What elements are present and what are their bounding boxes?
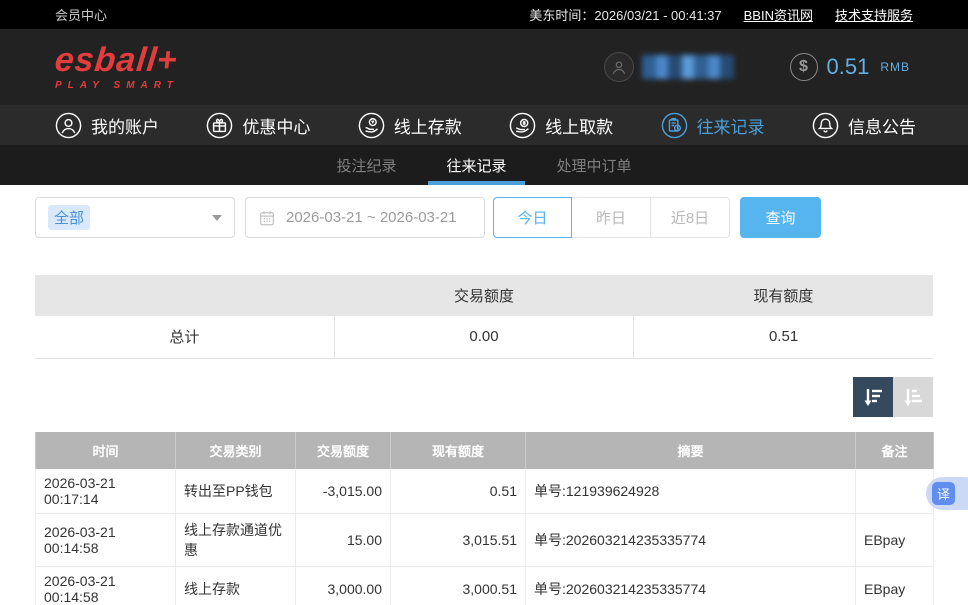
sub-nav: 投注纪录 往来记录 处理中订单 bbox=[0, 145, 968, 185]
user-account[interactable] bbox=[604, 52, 734, 82]
balance-currency: RMB bbox=[880, 60, 910, 74]
table-row: 2026-03-21 00:17:14 转出至PP钱包 -3,015.00 0.… bbox=[36, 469, 934, 514]
nav-label: 线上存款 bbox=[394, 113, 462, 138]
logo-plus: + bbox=[155, 41, 180, 79]
summary-total-label: 总计 bbox=[35, 316, 334, 358]
nav-item-promotions[interactable]: 优惠中心 bbox=[206, 112, 310, 139]
cell-balance: 3,000.51 bbox=[391, 566, 526, 605]
cell-summary: 单号:202603214235335774 bbox=[526, 513, 856, 566]
nav-item-deposit[interactable]: 线上存款 bbox=[358, 112, 462, 139]
withdraw-icon bbox=[509, 112, 536, 139]
table-row: 2026-03-21 00:14:58 线上存款通道优惠 15.00 3,015… bbox=[36, 513, 934, 566]
date-range-value: 2026-03-21 ~ 2026-03-21 bbox=[286, 209, 457, 226]
summary-header-transaction: 交易额度 bbox=[334, 275, 633, 316]
sort-desc-icon bbox=[861, 385, 885, 409]
summary-header-empty bbox=[35, 275, 334, 316]
col-amount: 交易额度 bbox=[296, 432, 391, 469]
cell-time: 2026-03-21 00:14:58 bbox=[36, 566, 176, 605]
col-type: 交易类别 bbox=[176, 432, 296, 469]
nav-label: 我的账户 bbox=[91, 113, 159, 138]
esball-logo[interactable]: esball+ PLAY SMART bbox=[55, 43, 179, 91]
logo-text: esball bbox=[53, 41, 159, 79]
cell-type: 线上存款 bbox=[176, 566, 296, 605]
cell-type: 转出至PP钱包 bbox=[176, 469, 296, 514]
cell-balance: 3,015.51 bbox=[391, 513, 526, 566]
sort-descending-button[interactable] bbox=[853, 377, 893, 417]
tab-pending-orders[interactable]: 处理中订单 bbox=[551, 145, 638, 185]
cell-remark: EBpay bbox=[856, 513, 934, 566]
nav-label: 优惠中心 bbox=[242, 113, 310, 138]
sort-asc-icon bbox=[901, 385, 925, 409]
summary-balance-total: 0.51 bbox=[634, 316, 933, 358]
balance-amount: 0.51 bbox=[827, 54, 870, 80]
translate-icon: 译 bbox=[932, 482, 955, 505]
nav-item-announcements[interactable]: 信息公告 bbox=[812, 112, 916, 139]
today-button[interactable]: 今日 bbox=[493, 197, 572, 238]
col-summary: 摘要 bbox=[526, 432, 856, 469]
col-remark: 备注 bbox=[856, 432, 934, 469]
transactions-table: 时间 交易类别 交易额度 现有额度 摘要 备注 2026-03-21 00:17… bbox=[35, 432, 934, 605]
balance-display[interactable]: $ 0.51 RMB bbox=[790, 53, 911, 81]
server-time: 美东时间：2026/03/21 - 00:41:37 bbox=[529, 5, 721, 24]
filter-row: 全部 2026-03-21 ~ 2026-03-21 今日 昨日 近8日 查询 bbox=[35, 197, 933, 238]
cell-amount: -3,015.00 bbox=[296, 469, 391, 514]
summary-transaction-total: 0.00 bbox=[334, 316, 633, 358]
category-select[interactable]: 全部 bbox=[35, 197, 235, 238]
cell-type: 线上存款通道优惠 bbox=[176, 513, 296, 566]
user-avatar-icon bbox=[610, 58, 628, 76]
nav-label: 信息公告 bbox=[848, 113, 916, 138]
user-icon bbox=[55, 112, 82, 139]
sort-controls bbox=[35, 377, 933, 417]
logo-tagline: PLAY SMART bbox=[55, 81, 179, 91]
top-bar: 会员中心 美东时间：2026/03/21 - 00:41:37 BBIN资讯网 … bbox=[0, 0, 968, 29]
search-button[interactable]: 查询 bbox=[740, 197, 821, 238]
sort-ascending-button[interactable] bbox=[893, 377, 933, 417]
cell-balance: 0.51 bbox=[391, 469, 526, 514]
member-center-link[interactable]: 会员中心 bbox=[55, 5, 107, 24]
cell-amount: 3,000.00 bbox=[296, 566, 391, 605]
nav-item-transaction-records[interactable]: 往来记录 bbox=[661, 112, 765, 139]
tech-support-link[interactable]: 技术支持服务 bbox=[835, 5, 913, 24]
calendar-icon bbox=[258, 209, 276, 227]
cell-time: 2026-03-21 00:14:58 bbox=[36, 513, 176, 566]
site-header: esball+ PLAY SMART $ 0.51 RMB bbox=[0, 29, 968, 105]
translate-button[interactable]: 译 bbox=[926, 477, 968, 510]
avatar bbox=[604, 52, 634, 82]
nav-item-withdraw[interactable]: 线上取款 bbox=[509, 112, 613, 139]
username-blurred bbox=[642, 55, 734, 79]
date-range-input[interactable]: 2026-03-21 ~ 2026-03-21 bbox=[245, 197, 485, 238]
content-area: 全部 2026-03-21 ~ 2026-03-21 今日 昨日 近8日 查询 … bbox=[0, 185, 968, 605]
cell-amount: 15.00 bbox=[296, 513, 391, 566]
main-nav: 我的账户 优惠中心 线上存款 线上取款 往来记录 信息公告 bbox=[0, 105, 968, 145]
nav-label: 往来记录 bbox=[697, 113, 765, 138]
quick-date-group: 今日 昨日 近8日 bbox=[493, 197, 730, 238]
summary-table: 交易额度 现有额度 总计 0.00 0.51 bbox=[35, 275, 933, 359]
records-icon bbox=[661, 112, 688, 139]
cell-time: 2026-03-21 00:17:14 bbox=[36, 469, 176, 514]
tab-betting-records[interactable]: 投注纪录 bbox=[330, 145, 402, 185]
col-balance: 现有额度 bbox=[391, 432, 526, 469]
bell-icon bbox=[812, 112, 839, 139]
bbin-news-link[interactable]: BBIN资讯网 bbox=[744, 5, 813, 24]
last-8-days-button[interactable]: 近8日 bbox=[651, 197, 730, 238]
summary-header-balance: 现有额度 bbox=[634, 275, 933, 316]
table-row: 2026-03-21 00:14:58 线上存款 3,000.00 3,000.… bbox=[36, 566, 934, 605]
cell-summary: 单号:121939624928 bbox=[526, 469, 856, 514]
cell-remark: EBpay bbox=[856, 566, 934, 605]
summary-total-row: 总计 0.00 0.51 bbox=[35, 316, 933, 358]
dollar-circle-icon: $ bbox=[790, 53, 818, 81]
caret-down-icon bbox=[212, 215, 222, 221]
gift-icon bbox=[206, 112, 233, 139]
tab-transaction-records[interactable]: 往来记录 bbox=[440, 145, 512, 185]
cell-remark bbox=[856, 469, 934, 514]
transactions-header-row: 时间 交易类别 交易额度 现有额度 摘要 备注 bbox=[36, 432, 934, 469]
cell-summary: 单号:202603214235335774 bbox=[526, 566, 856, 605]
nav-label: 线上取款 bbox=[545, 113, 613, 138]
category-selected-value: 全部 bbox=[48, 205, 90, 230]
nav-item-my-account[interactable]: 我的账户 bbox=[55, 112, 159, 139]
deposit-icon bbox=[358, 112, 385, 139]
col-time: 时间 bbox=[36, 432, 176, 469]
yesterday-button[interactable]: 昨日 bbox=[572, 197, 651, 238]
